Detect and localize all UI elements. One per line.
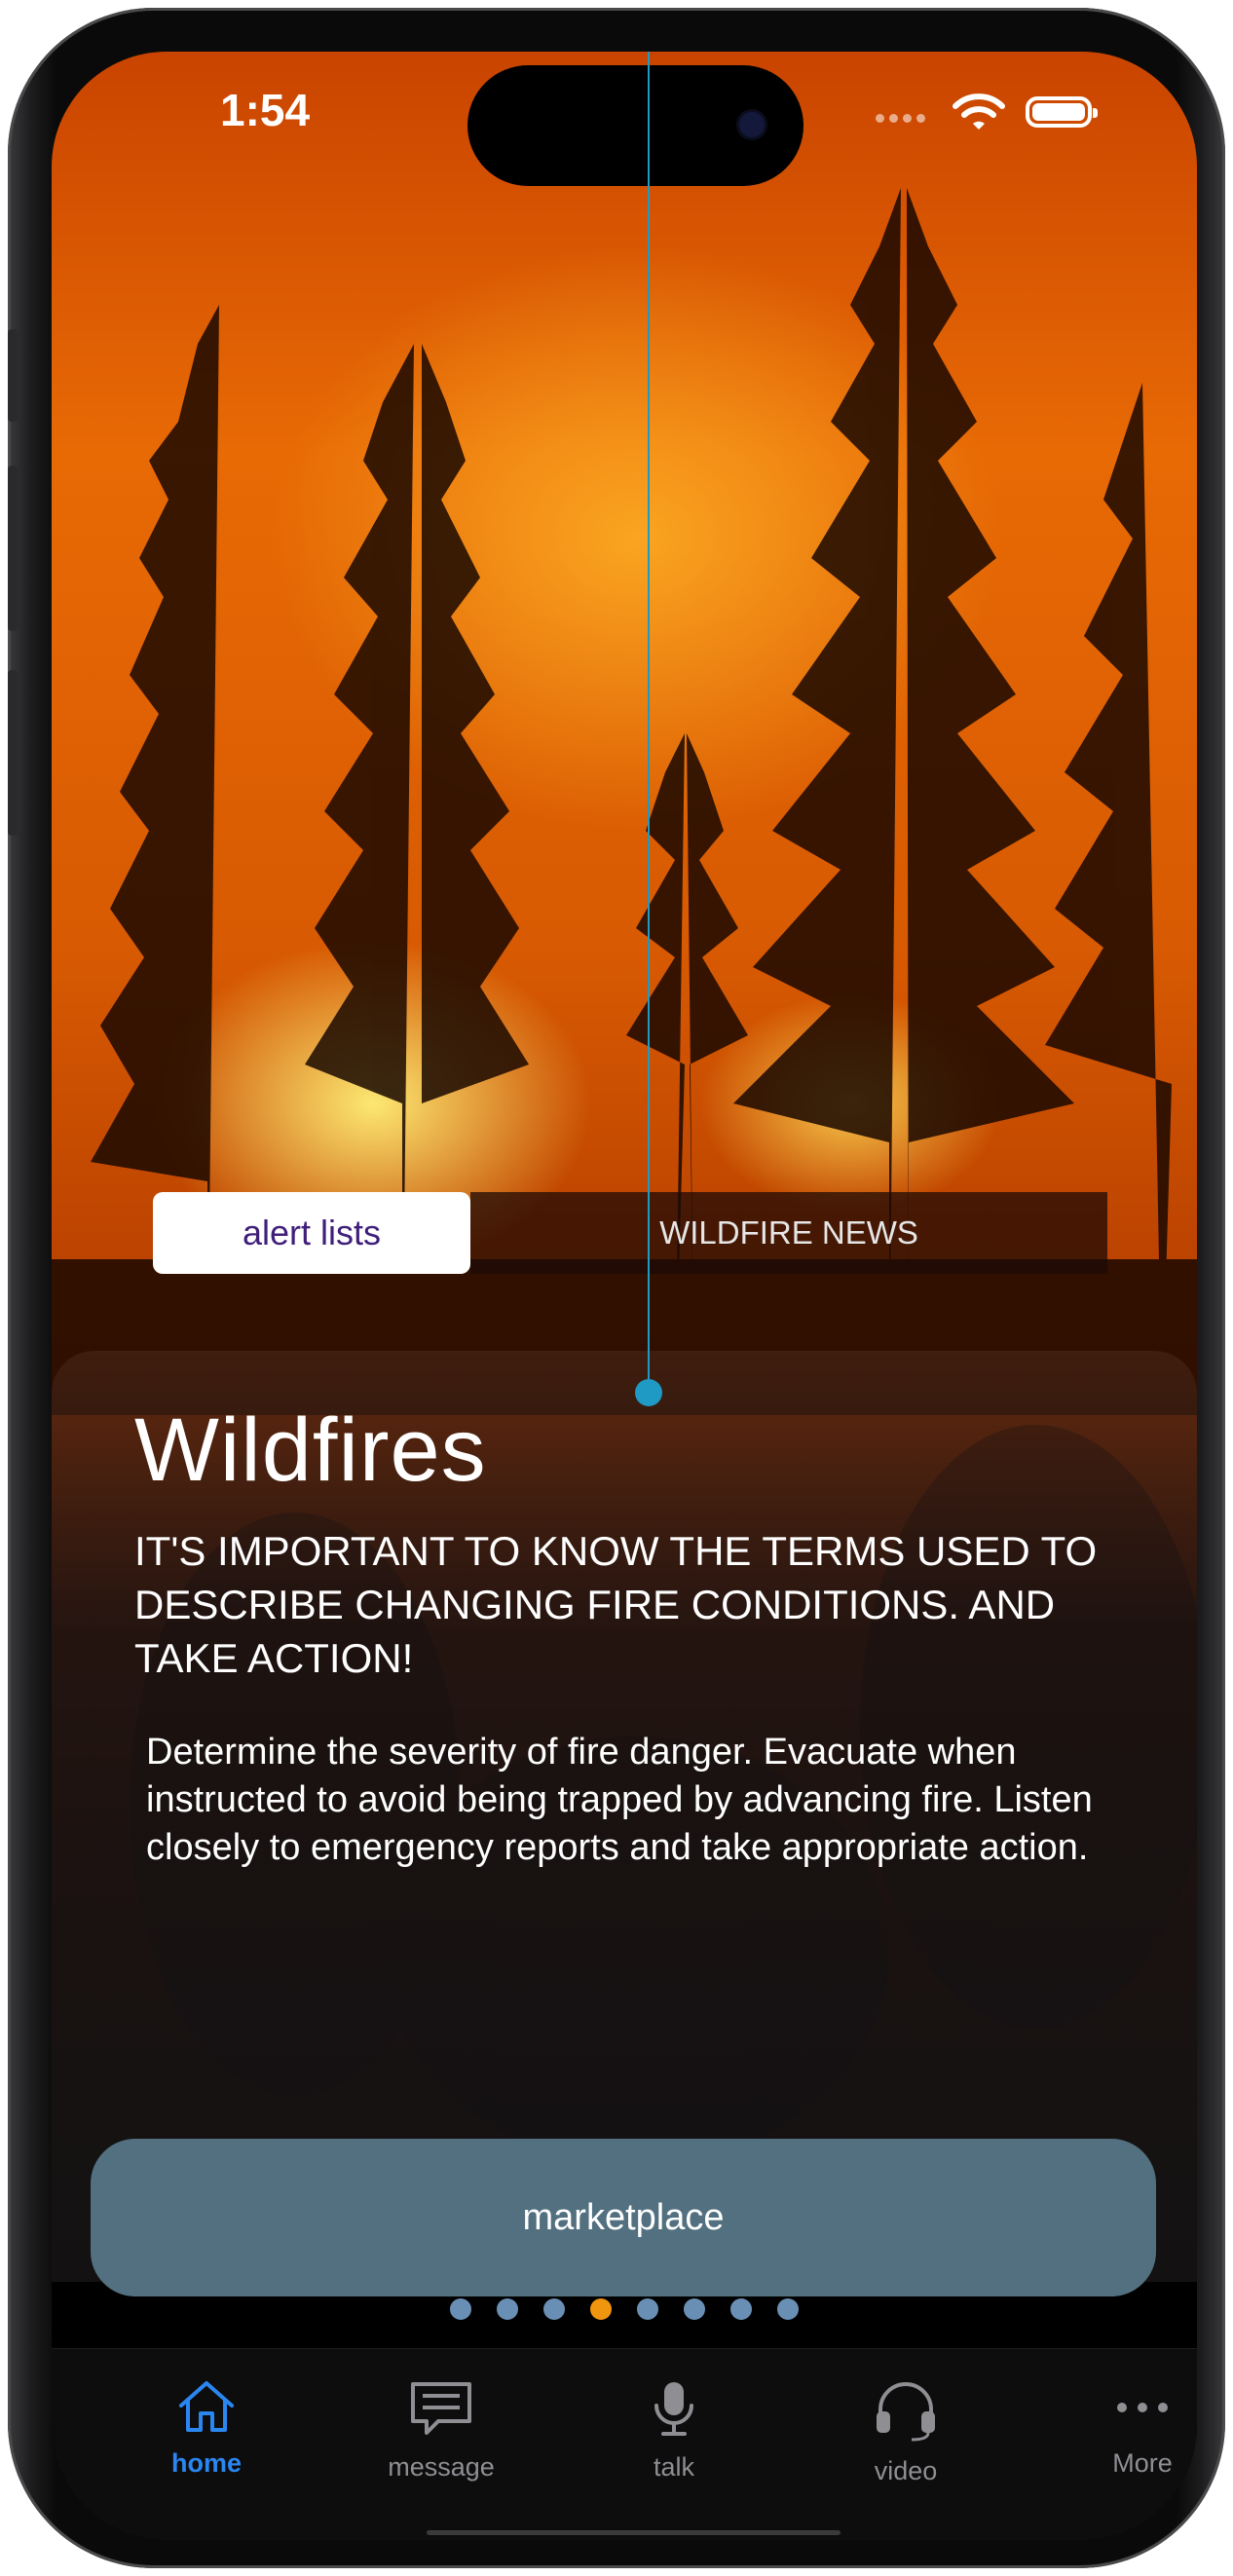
page-dot[interactable]: [450, 2298, 471, 2320]
phone-frame: 1:54 alert lists WILDFIRE NEWS Wildfires…: [8, 8, 1225, 2568]
volume-down-button: [8, 670, 18, 836]
house-icon: [179, 2381, 234, 2432]
page-dot[interactable]: [543, 2298, 565, 2320]
page-dot[interactable]: [637, 2298, 658, 2320]
tab-home[interactable]: home: [138, 2378, 275, 2479]
tab-video-label: video: [874, 2456, 938, 2485]
dynamic-island: [467, 65, 803, 186]
message-icon: [411, 2382, 471, 2435]
segmented-control: alert lists WILDFIRE NEWS: [153, 1192, 1107, 1274]
microphone-icon: [654, 2382, 693, 2436]
home-indicator: [427, 2530, 841, 2535]
tab-wildfire-news[interactable]: WILDFIRE NEWS: [470, 1192, 1107, 1274]
page-dot[interactable]: [684, 2298, 705, 2320]
tab-talk-label: talk: [653, 2452, 695, 2482]
tab-alert-lists[interactable]: alert lists: [153, 1192, 470, 1274]
page-dot[interactable]: [730, 2298, 752, 2320]
card-title: Wildfires: [134, 1400, 487, 1500]
tab-message[interactable]: message: [373, 2378, 509, 2483]
status-bar: 1:54: [52, 52, 1197, 186]
ellipsis-icon: [1117, 2403, 1168, 2412]
page-dot[interactable]: [497, 2298, 518, 2320]
page-dot[interactable]: [777, 2298, 799, 2320]
page-dot[interactable]: [590, 2298, 612, 2320]
volume-up-button: [8, 466, 18, 631]
cellular-signal-icon: [876, 114, 925, 123]
layout-guide-line: [648, 52, 650, 1391]
card-subtitle: IT'S IMPORTANT TO KNOW THE TERMS USED TO…: [134, 1528, 1098, 1681]
layout-guide-handle[interactable]: [635, 1379, 662, 1406]
battery-icon: [1026, 96, 1098, 128]
tab-message-label: message: [388, 2452, 495, 2482]
tab-bar: home message talk video More: [52, 2348, 1197, 2540]
status-time: 1:54: [220, 85, 311, 135]
tab-home-label: home: [170, 2448, 242, 2478]
page-indicator[interactable]: [52, 2298, 1197, 2320]
headset-icon: [877, 2382, 935, 2442]
marketplace-button[interactable]: marketplace: [91, 2139, 1156, 2296]
tab-more-label: More: [1112, 2448, 1173, 2478]
tab-video[interactable]: video: [838, 2378, 974, 2486]
card-body: Determine the severity of fire danger. E…: [146, 1732, 1093, 1868]
wifi-icon: [953, 93, 1005, 130]
tab-talk[interactable]: talk: [606, 2378, 742, 2483]
tab-more[interactable]: More: [1074, 2378, 1197, 2479]
screen: 1:54 alert lists WILDFIRE NEWS Wildfires…: [52, 52, 1197, 2540]
wildfire-info-card: Wildfires IT'S IMPORTANT TO KNOW THE TER…: [52, 1351, 1197, 2296]
camera-icon: [739, 112, 765, 137]
action-button: [8, 329, 18, 422]
